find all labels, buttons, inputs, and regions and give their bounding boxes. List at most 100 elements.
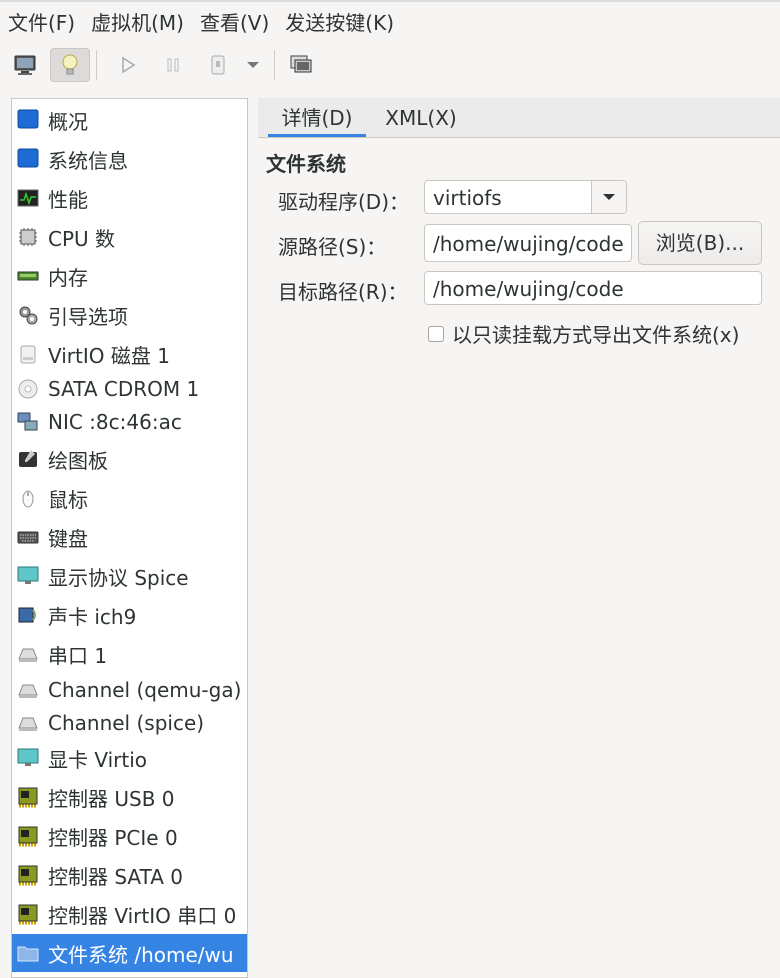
browse-button[interactable]: 浏览(B)... [638, 221, 762, 265]
sidebar-item-label: 显卡 Virtio [48, 747, 148, 772]
console-icon [14, 55, 36, 75]
sidebar-item-serial[interactable]: 串口 1 [12, 635, 247, 673]
memory-icon [16, 264, 40, 288]
sidebar-item-label: NIC :8c:46:ac [48, 410, 182, 434]
sound-icon [16, 603, 40, 627]
toolbar-separator [274, 50, 275, 80]
sidebar-item-performance[interactable]: 性能 [12, 179, 247, 217]
sidebar-item-disk[interactable]: VirtIO 磁盘 1 [12, 335, 247, 373]
menu-view[interactable]: 查看(V) [192, 1, 277, 45]
menu-send-key[interactable]: 发送按键(K) [277, 1, 402, 45]
chevron-down-icon [603, 194, 615, 200]
sidebar-item-label: 显示协议 Spice [48, 565, 189, 590]
toolbar [0, 44, 780, 86]
menu-file[interactable]: 文件(F) [0, 1, 83, 45]
sidebar-item-label: 串口 1 [48, 643, 108, 668]
run-button[interactable] [108, 48, 148, 82]
sidebar-item-memory[interactable]: 内存 [12, 257, 247, 295]
controller-icon [16, 824, 40, 848]
cpu-icon [16, 225, 40, 249]
mouse-icon [16, 486, 40, 510]
sidebar-item-label: 文件系统 /home/wu [48, 942, 234, 967]
sidebar-item-overview[interactable]: 概况 [12, 101, 247, 139]
section-title: 文件系统 [266, 152, 346, 176]
controller-icon [16, 902, 40, 926]
sidebar-item-os[interactable]: 系统信息 [12, 140, 247, 178]
disk-icon [16, 342, 40, 366]
tab-details[interactable]: 详情(D) [268, 98, 366, 137]
source-path-field[interactable]: /home/wujing/code [424, 224, 632, 262]
sidebar-item-controller-usb[interactable]: 控制器 USB 0 [12, 778, 247, 816]
sidebar-item-nic[interactable]: NIC :8c:46:ac [12, 403, 247, 441]
details-button[interactable] [50, 48, 90, 82]
target-path-field[interactable]: /home/wujing/code [424, 271, 762, 305]
sidebar-item-label: VirtIO 磁盘 1 [48, 343, 170, 368]
source-path-value: /home/wujing/code [433, 232, 624, 256]
driver-dropdown-button[interactable] [591, 181, 626, 213]
sidebar-item-sound[interactable]: 声卡 ich9 [12, 596, 247, 634]
cdrom-icon [16, 377, 40, 401]
sidebar-item-controller-virtio-serial[interactable]: 控制器 VirtIO 串口 0 [12, 895, 247, 933]
console-button[interactable] [5, 48, 45, 82]
chevron-down-icon [247, 62, 259, 68]
play-icon [122, 56, 136, 74]
snapshots-button[interactable] [281, 48, 321, 82]
menu-vm[interactable]: 虚拟机(M) [83, 1, 192, 45]
controller-icon [16, 863, 40, 887]
performance-icon [16, 186, 40, 210]
sidebar-item-keyboard[interactable]: 键盘 [12, 518, 247, 556]
driver-value: virtiofs [433, 186, 502, 210]
sidebar-item-video[interactable]: 显卡 Virtio [12, 739, 247, 777]
sidebar-item-label: Channel (spice) [48, 711, 205, 735]
sidebar-item-label: 键盘 [48, 526, 88, 551]
lightbulb-icon [62, 54, 78, 75]
readonly-label: 以只读挂载方式导出文件系统(x) [452, 323, 740, 347]
sidebar-item-channel-spice[interactable]: Channel (spice) [12, 704, 247, 742]
menubar: 文件(F) 虚拟机(M) 查看(V) 发送按键(K) [0, 0, 780, 44]
pause-button[interactable] [153, 48, 193, 82]
folder-icon [16, 941, 40, 965]
driver-label: 驱动程序(D)： [278, 190, 410, 214]
source-label: 源路径(S)： [278, 235, 387, 259]
sidebar-item-controller-pcie[interactable]: 控制器 PCIe 0 [12, 817, 247, 855]
pause-icon [167, 58, 179, 72]
sidebar-item-display[interactable]: 显示协议 Spice [12, 557, 247, 595]
sidebar-item-filesystem[interactable]: 文件系统 /home/wu [12, 934, 247, 972]
sidebar-item-label: 绘图板 [48, 448, 108, 473]
sidebar-item-label: 鼠标 [48, 487, 88, 512]
sidebar-item-label: 系统信息 [48, 148, 128, 173]
sidebar-item-label: SATA CDROM 1 [48, 377, 200, 401]
gear-icon [16, 303, 40, 327]
sidebar-item-boot[interactable]: 引导选项 [12, 296, 247, 334]
sidebar-item-label: Channel (qemu-ga) [48, 678, 242, 702]
sidebar-item-mouse[interactable]: 鼠标 [12, 479, 247, 517]
channel-icon [16, 711, 40, 735]
os-icon [16, 147, 40, 171]
sidebar-item-label: CPU 数 [48, 226, 116, 251]
tab-bar: 详情(D) XML(X) [258, 98, 780, 138]
keyboard-icon [16, 525, 40, 549]
readonly-checkbox[interactable] [428, 325, 444, 342]
sidebar-item-label: 控制器 VirtIO 串口 0 [48, 903, 237, 928]
sidebar-item-controller-sata[interactable]: 控制器 SATA 0 [12, 856, 247, 894]
sidebar-item-label: 内存 [48, 265, 88, 290]
sidebar-item-label: 控制器 USB 0 [48, 786, 175, 811]
sidebar-item-label: 控制器 SATA 0 [48, 864, 183, 889]
tab-xml[interactable]: XML(X) [376, 98, 466, 137]
display-icon [16, 564, 40, 588]
readonly-option[interactable]: 以只读挂载方式导出文件系统(x) [428, 319, 739, 348]
driver-combobox[interactable]: virtiofs [424, 180, 627, 214]
sidebar-item-cpu[interactable]: CPU 数 [12, 218, 247, 256]
snapshots-icon [290, 55, 312, 73]
channel-icon [16, 678, 40, 702]
hardware-list: 概况 系统信息 性能 CPU 数 内存 引导选项 VirtIO 磁盘 1 SAT… [11, 98, 248, 978]
target-label: 目标路径(R)： [278, 280, 408, 304]
tablet-icon [16, 447, 40, 471]
shutdown-button[interactable] [198, 48, 238, 82]
sidebar-item-label: 控制器 PCIe 0 [48, 825, 178, 850]
sidebar-item-label: 声卡 ich9 [48, 604, 137, 629]
shutdown-menu-button[interactable] [238, 48, 268, 82]
target-path-value: /home/wujing/code [433, 277, 624, 301]
sidebar-item-tablet[interactable]: 绘图板 [12, 440, 247, 478]
video-icon [16, 746, 40, 770]
